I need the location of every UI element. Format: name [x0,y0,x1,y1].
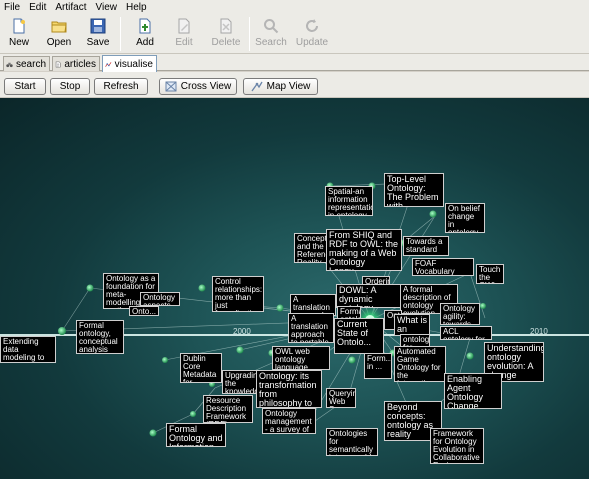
menu-bar: File Edit Artifact View Help [0,0,589,14]
edit-document-icon [178,18,190,34]
node-label[interactable]: OWL web ontology language ... [272,346,330,370]
node-label[interactable]: Onto... [129,306,159,316]
node-label[interactable]: Towards a standard upper ontology [403,236,449,256]
save-button[interactable]: Save [80,16,116,52]
open-folder-icon [51,21,67,33]
floppy-disk-icon [90,18,106,34]
tab-articles-label: articles [64,58,96,70]
node-label[interactable]: DOWL: A dynamic ontology language [336,284,404,308]
toolbar-separator [249,17,250,51]
menu-view[interactable]: View [91,2,122,13]
node-label[interactable]: On belief change in ontology evolution [445,203,485,233]
new-label: New [8,37,29,48]
node-label[interactable]: FOAF Vocabulary Specification [412,258,474,276]
delete-button[interactable]: Delete [206,16,246,52]
tab-articles[interactable]: articles [52,56,100,71]
binoculars-icon [6,62,13,67]
node-label[interactable]: A translation approach to portable ontol… [288,313,334,343]
new-button[interactable]: New [1,16,37,52]
toolbar-separator [120,17,121,51]
node-label[interactable]: ACL ontology for ... [440,326,492,340]
node-label[interactable]: Formal ontology, conceptual analysis and… [76,320,124,354]
node-label[interactable]: Form... in ... [364,353,392,379]
node-label[interactable]: Ontology: its transformation from philos… [256,370,322,408]
tab-visualise[interactable]: visualise [102,55,157,72]
stop-button[interactable]: Stop [50,78,90,95]
node-label[interactable]: Extending data modeling to cover the who… [0,336,56,363]
node-label[interactable]: Enabling Agent Ontology Change Managemen… [444,373,502,409]
update-label: Update [295,37,329,48]
node-label[interactable]: From SHIQ and RDF to OWL: the making of … [326,229,402,271]
refresh-button[interactable]: Refresh [94,78,148,95]
node-label[interactable]: Formal Ontology and Information Systems [166,423,226,447]
tab-visualise-label: visualise [114,58,153,70]
node-label[interactable]: Top-Level Ontology: The Problem with Nat… [384,173,444,207]
tab-search-label: search [15,58,46,70]
edit-button[interactable]: Edit [166,16,202,52]
node-label[interactable]: Spatial-an information representation in… [325,186,373,216]
add-label: Add [136,37,154,48]
menu-help[interactable]: Help [122,2,152,13]
graph-icon [105,61,112,67]
start-label: Start [14,81,36,92]
node-label[interactable]: Ontologies for semantically interoperabl… [326,428,378,456]
refresh-icon [306,19,318,32]
cross-view-label: Cross View [180,81,232,92]
tab-search[interactable]: search [3,56,50,71]
cross-view-button[interactable]: Cross View [159,78,237,95]
node-label[interactable]: Current State of Ontolo... [334,318,384,354]
node-label[interactable]: Dublin Core Metadata for Resource Discov… [180,353,222,383]
stop-label: Stop [59,81,81,92]
node-label[interactable]: Touch the OWL [476,264,504,284]
node-label[interactable]: Ontology aspects - An ... [140,292,180,306]
map-view-icon [251,81,263,92]
node-label[interactable]: Querying Web Semantic ... [326,388,356,408]
view-controls-bar: Start Stop Refresh Cross View Map View [0,72,589,98]
search-button[interactable]: Search [253,16,289,52]
map-view-label: Map View [266,81,311,92]
delete-document-icon [220,18,232,34]
tab-strip: search articles visualise [0,54,589,72]
node-label[interactable]: Automated Game Ontology for the Interact… [394,346,446,382]
node-label[interactable]: Framework for Ontology Evolution in Coll… [430,428,484,464]
save-label: Save [86,37,110,48]
document-icon [55,61,61,67]
cross-view-icon [165,81,177,92]
search-icon [264,19,279,34]
open-button[interactable]: Open [41,16,77,52]
map-view-button[interactable]: Map View [243,78,318,95]
node-label[interactable]: Control relationships: more than just fo… [212,276,264,312]
menu-artifact[interactable]: Artifact [51,2,91,13]
start-button[interactable]: Start [4,78,46,95]
toolbar: New Open Save Add Edit Delete Search Upd… [0,14,589,54]
update-button[interactable]: Update [292,16,332,52]
menu-file[interactable]: File [0,2,25,13]
node-label[interactable]: What is an ontology [394,314,430,336]
search-label: Search [255,37,287,48]
node-label[interactable]: Resource Description Framework (RDF) Mod… [203,395,253,423]
node-label[interactable]: Ontology agility: towards ... [440,303,480,325]
add-document-icon [139,18,151,34]
open-label: Open [46,37,72,48]
new-document-icon [13,18,25,34]
timeline-year-2010: 2010 [530,327,548,336]
edit-label: Edit [175,37,193,48]
node-label[interactable]: Ontology management - a survey of exist.… [262,408,316,434]
visualisation-canvas[interactable]: 2000 2010 Top-Level Ontology: The Proble… [0,98,589,479]
node-label[interactable]: Concepts and the Reference Reality [294,233,328,263]
timeline-year-2000: 2000 [233,327,251,336]
refresh-label: Refresh [103,81,139,92]
add-button[interactable]: Add [127,16,163,52]
delete-label: Delete [211,37,241,48]
menu-edit[interactable]: Edit [25,2,51,13]
